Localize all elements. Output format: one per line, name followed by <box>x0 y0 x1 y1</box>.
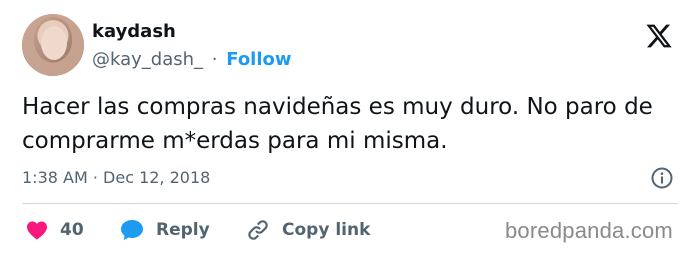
info-icon[interactable] <box>650 166 674 190</box>
copy-link-label: Copy link <box>282 220 371 240</box>
reply-button[interactable]: Reply <box>120 216 210 244</box>
timestamp[interactable]: 1:38 AM · Dec 12, 2018 <box>22 168 210 187</box>
follow-button[interactable]: Follow <box>226 49 291 70</box>
reply-label: Reply <box>156 220 210 240</box>
handle-row: @kay_dash_ · Follow <box>92 49 292 70</box>
tweet-text: Hacer las compras navideñas es muy duro.… <box>22 94 653 154</box>
like-count: 40 <box>60 220 84 240</box>
avatar-face <box>41 26 67 60</box>
handle[interactable]: @kay_dash_ <box>92 49 203 70</box>
link-icon <box>248 220 268 240</box>
copy-link-button[interactable]: Copy link <box>246 216 370 244</box>
like-button[interactable]: 40 <box>26 216 84 244</box>
x-logo-icon[interactable] <box>644 22 674 50</box>
avatar[interactable] <box>22 14 84 76</box>
divider <box>22 203 678 204</box>
separator-dot: · <box>211 49 218 70</box>
watermark: boredpanda.com <box>505 218 673 243</box>
heart-icon <box>27 221 47 240</box>
speech-bubble-icon <box>121 220 143 240</box>
display-name[interactable]: kaydash <box>92 21 176 42</box>
